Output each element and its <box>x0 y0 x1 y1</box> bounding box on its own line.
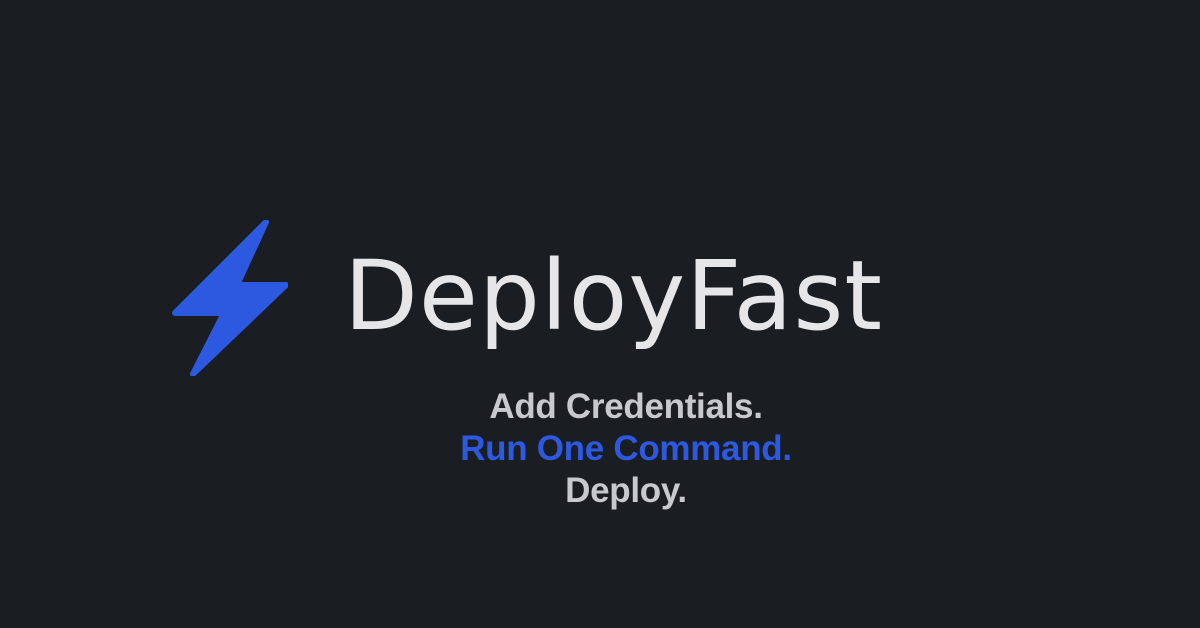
tagline-line-3: Deploy. <box>565 471 687 510</box>
tagline-line-1: Add Credentials. <box>489 387 763 426</box>
lightning-bolt-icon <box>172 220 288 376</box>
brand-name: DeployFast <box>344 240 884 352</box>
tagline-line-2: Run One Command. <box>460 429 792 468</box>
tagline: Add Credentials. Run One Command. Deploy… <box>376 386 876 512</box>
banner: DeployFast Add Credentials. Run One Comm… <box>0 0 1200 628</box>
